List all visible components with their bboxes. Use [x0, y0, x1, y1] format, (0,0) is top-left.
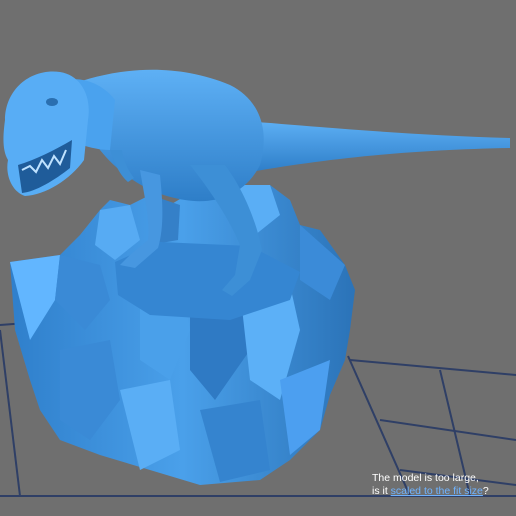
model-too-large-notice: The model is too large, is it scaled to …: [372, 472, 512, 498]
notice-line-2-suffix: ?: [482, 485, 489, 497]
3d-viewport[interactable]: The model is too large, is it scaled to …: [0, 0, 516, 516]
scene-canvas[interactable]: [0, 0, 516, 516]
notice-line-1: The model is too large,: [372, 472, 479, 484]
dino-eye: [46, 98, 58, 106]
notice-line-2-prefix: is it: [372, 485, 391, 497]
crystal-base-model: [10, 185, 355, 485]
scale-to-fit-link[interactable]: scaled to the fit size: [391, 485, 483, 497]
notice-line-2: is it scaled to the fit size?: [372, 485, 512, 498]
